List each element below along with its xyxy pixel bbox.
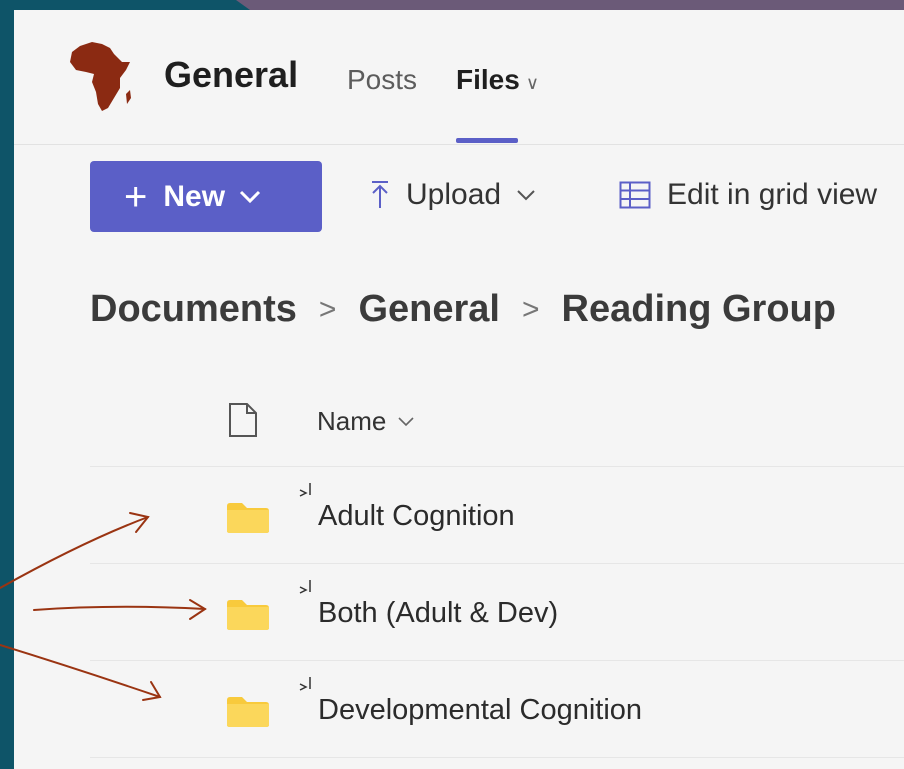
folder-name[interactable]: Adult Cognition xyxy=(318,500,515,533)
breadcrumb-separator-icon: > xyxy=(521,292,540,326)
name-column-header[interactable]: Name xyxy=(317,406,414,437)
list-item[interactable]: Adult Cognition xyxy=(14,467,904,563)
upload-icon xyxy=(370,180,390,210)
breadcrumb-separator-icon: > xyxy=(318,292,337,326)
folder-name[interactable]: Developmental Cognition xyxy=(318,694,642,727)
list-item[interactable]: Both (Adult & Dev) xyxy=(14,564,904,660)
tab-posts[interactable]: Posts xyxy=(347,64,417,96)
new-item-icon xyxy=(299,483,311,497)
folder-icon xyxy=(227,503,269,533)
list-header: Name xyxy=(14,390,904,466)
breadcrumb-reading-group: Reading Group xyxy=(561,288,836,330)
africa-logo xyxy=(70,42,131,111)
tab-files-label: Files xyxy=(456,64,520,95)
upload-button[interactable]: Upload xyxy=(370,178,535,212)
upload-label: Upload xyxy=(406,178,502,211)
chevron-down-icon xyxy=(239,190,261,204)
breadcrumb-general[interactable]: General xyxy=(358,288,500,331)
chevron-down-icon xyxy=(398,416,414,427)
new-button-label: New xyxy=(163,179,226,213)
breadcrumb: Documents > General > Reading Group xyxy=(90,288,836,331)
chevron-down-icon: ∨ xyxy=(525,73,539,93)
channel-header: General Posts Files ∨ xyxy=(14,10,904,145)
chevron-down-icon xyxy=(517,189,535,201)
new-item-icon xyxy=(299,580,311,594)
document-icon xyxy=(229,403,257,437)
edit-grid-view-label: Edit in grid view xyxy=(667,178,878,211)
edit-grid-view-button[interactable]: Edit in grid view xyxy=(619,178,877,212)
list-item[interactable]: Developmental Cognition xyxy=(14,661,904,757)
new-item-icon xyxy=(299,677,311,691)
folder-icon xyxy=(227,697,269,727)
row-divider xyxy=(90,757,904,758)
grid-view-icon xyxy=(619,181,651,209)
window-top-band xyxy=(236,0,904,10)
channel-title: General xyxy=(164,54,299,95)
tab-files[interactable]: Files ∨ xyxy=(456,64,539,96)
active-tab-indicator xyxy=(456,138,518,143)
folder-icon xyxy=(227,600,269,630)
folder-name[interactable]: Both (Adult & Dev) xyxy=(318,597,558,630)
plus-icon: + xyxy=(124,174,148,219)
teams-files-panel: General Posts Files ∨ + New Upload Edit i… xyxy=(14,10,904,769)
breadcrumb-documents[interactable]: Documents xyxy=(90,288,297,331)
header-divider xyxy=(14,144,904,145)
new-button[interactable]: + New xyxy=(90,161,322,232)
name-column-label: Name xyxy=(317,406,387,436)
